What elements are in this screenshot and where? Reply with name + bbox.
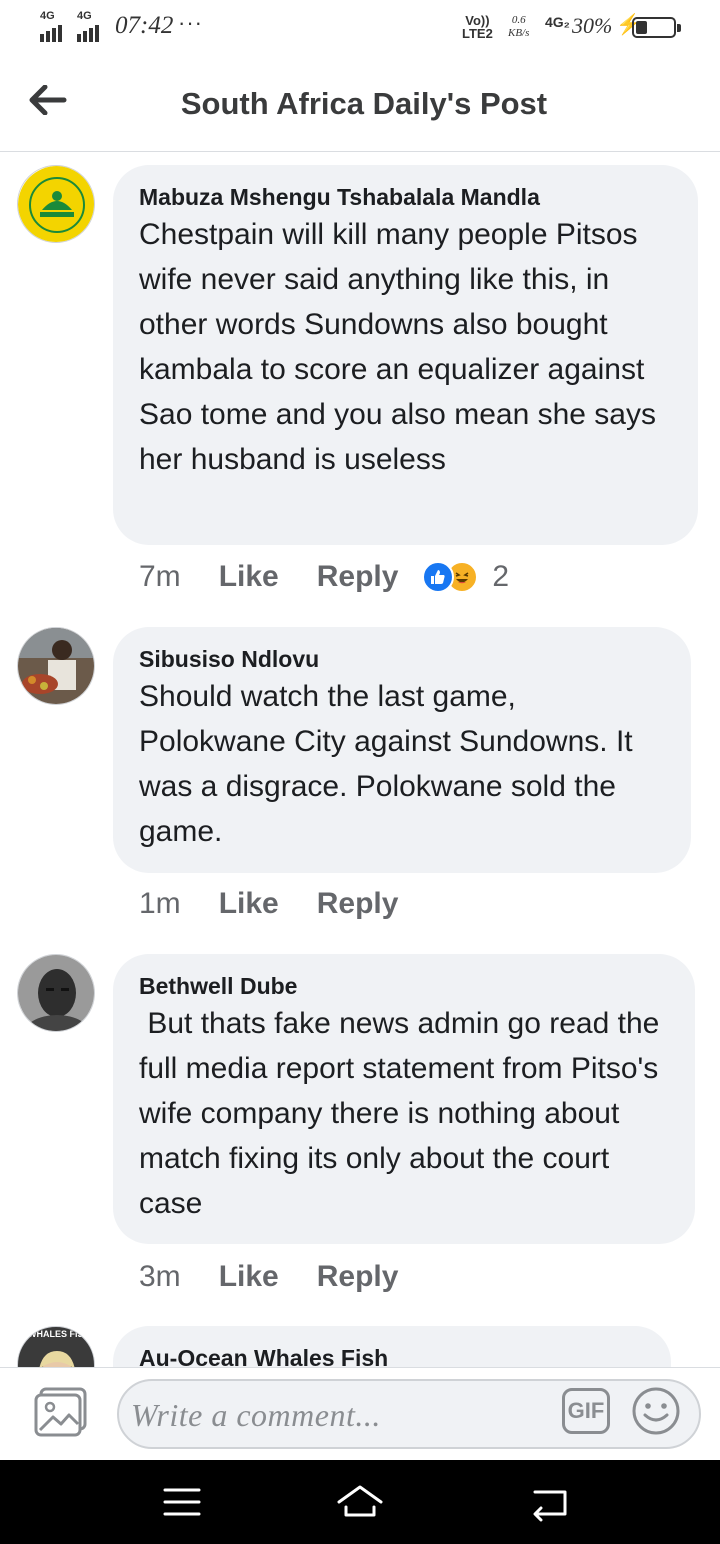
comment-text: Chestpain will kill many people Pitsos w…	[139, 218, 656, 476]
emoji-icon	[632, 1387, 680, 1435]
comment-time[interactable]: 7m	[139, 560, 181, 594]
comment-author[interactable]: Sibusiso Ndlovu	[139, 644, 665, 674]
user-photo-avatar	[39, 1351, 75, 1367]
back-icon	[533, 1490, 567, 1522]
network-speed: 0.6 KB/s	[508, 14, 529, 40]
avatar[interactable]	[17, 165, 95, 243]
clock: 07:42	[115, 12, 174, 39]
comment-actions: 7m Like Reply 2	[139, 560, 509, 594]
speed-unit: KB/s	[508, 27, 530, 39]
comment-bubble: Bethwell Dube But thats fake news admin …	[113, 954, 695, 1244]
like-button[interactable]: Like	[219, 560, 279, 594]
home-button[interactable]	[335, 1482, 385, 1522]
network-type-label: 4G	[77, 10, 92, 22]
comment-author[interactable]: Mabuza Mshengu Tshabalala Mandla	[139, 182, 672, 212]
avatar[interactable]	[17, 954, 95, 1032]
reply-button[interactable]: Reply	[317, 1260, 399, 1294]
comment-list: Mabuza Mshengu Tshabalala Mandla Chestpa…	[0, 153, 720, 1367]
like-button[interactable]: Like	[219, 887, 279, 921]
avatar[interactable]	[17, 627, 95, 705]
home-icon	[337, 1485, 383, 1517]
comment-actions: 1m Like Reply	[139, 887, 436, 921]
comment-time[interactable]: 1m	[139, 887, 181, 921]
signal-strength-icon: 4G	[40, 10, 62, 42]
comment-bubble: Au-Ocean Whales Fish	[113, 1326, 671, 1367]
add-photo-button[interactable]	[33, 1386, 89, 1438]
volte-indicator: Vo)) LTE2	[462, 14, 493, 40]
reply-button[interactable]: Reply	[317, 560, 399, 594]
battery-icon	[632, 17, 681, 38]
network-4g-icon: 4G₂	[545, 14, 570, 30]
like-button[interactable]: Like	[219, 1260, 279, 1294]
lte-label: LTE2	[462, 26, 493, 41]
comment-placeholder: Write a comment...	[131, 1397, 381, 1433]
network-type-label: 4G	[40, 10, 55, 22]
comment-composer: Write a comment... GIF	[0, 1367, 720, 1460]
menu-button[interactable]	[157, 1482, 207, 1522]
more-notifications-icon: ···	[178, 10, 203, 35]
comment-author[interactable]: Au-Ocean Whales Fish	[139, 1343, 645, 1367]
app-header: South Africa Daily's Post	[0, 56, 720, 152]
comment-input[interactable]: Write a comment...	[117, 1379, 701, 1449]
menu-icon	[163, 1488, 201, 1516]
signal-strength-icon: 4G	[77, 10, 99, 42]
comment-text: But thats fake news admin go read the fu…	[139, 1007, 668, 1220]
comment-actions: 3m Like Reply	[139, 1260, 436, 1294]
comment-author[interactable]: Bethwell Dube	[139, 971, 669, 1001]
back-nav-button[interactable]	[525, 1482, 575, 1522]
page-title: South Africa Daily's Post	[180, 86, 548, 121]
comment-bubble: Sibusiso Ndlovu Should watch the last ga…	[113, 627, 691, 873]
user-photo-avatar	[18, 628, 94, 704]
reaction-count: 2	[492, 560, 510, 593]
comment-time[interactable]: 3m	[139, 1260, 181, 1294]
comment-text: Should watch the last game, Polokwane Ci…	[139, 680, 633, 848]
system-navigation-bar	[0, 1460, 720, 1544]
status-bar: 4G 4G 07:42 ··· Vo)) LTE2 0.6 KB/s 4G₂ 3…	[0, 0, 720, 56]
comment-bubble: Mabuza Mshengu Tshabalala Mandla Chestpa…	[113, 165, 698, 545]
user-photo-avatar	[18, 955, 94, 1031]
emoji-button[interactable]	[631, 1386, 681, 1436]
speed-value: 0.6	[511, 14, 526, 26]
reaction-summary[interactable]: 2	[422, 560, 509, 594]
battery-percent: 30%	[572, 13, 613, 38]
gif-button[interactable]: GIF	[562, 1388, 610, 1434]
sundowns-logo-avatar	[18, 166, 94, 242]
photo-icon	[34, 1387, 87, 1437]
reply-button[interactable]: Reply	[317, 887, 399, 921]
avatar[interactable]: EWHALES FISH	[17, 1326, 95, 1367]
